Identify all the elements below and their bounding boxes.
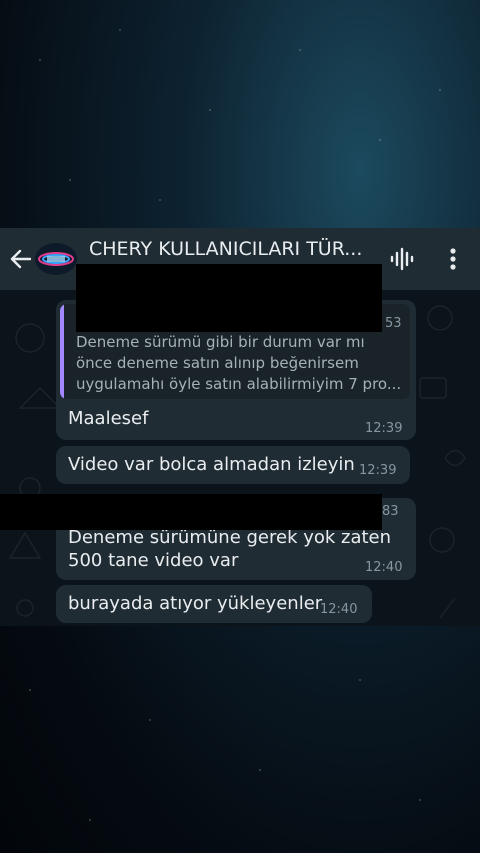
reply-count: 83 bbox=[382, 504, 399, 519]
group-avatar[interactable] bbox=[34, 241, 78, 277]
quote-accent-bar bbox=[60, 304, 64, 399]
message-bubble[interactable]: Video var bolca almadan izleyin 12:39 bbox=[56, 446, 410, 484]
redacted-sender bbox=[76, 264, 382, 332]
voice-chat-icon[interactable] bbox=[389, 247, 415, 271]
arrow-left-icon[interactable] bbox=[8, 246, 34, 272]
message-text: 500 tane video var bbox=[68, 550, 239, 571]
message-time: 12:40 bbox=[320, 602, 358, 617]
group-title[interactable]: CHERY KULLANICILARI TÜR... bbox=[89, 238, 374, 260]
message-time: 12:39 bbox=[365, 421, 403, 436]
more-vertical-icon[interactable] bbox=[444, 246, 462, 272]
message-time: 12:40 bbox=[365, 560, 403, 575]
reply-count: 53 bbox=[385, 316, 402, 331]
message-text: burayada atıyor yükleyenler bbox=[68, 593, 323, 614]
chat-screenshot: CHERY KULLANICILARI TÜR... Deneme sürümü… bbox=[0, 228, 480, 626]
redacted-sender bbox=[0, 494, 382, 530]
message-text: Maalesef bbox=[68, 408, 149, 429]
message-bubble[interactable]: burayada atıyor yükleyenler 12:40 bbox=[56, 585, 372, 623]
message-text: Video var bolca almadan izleyin bbox=[68, 454, 355, 475]
message-time: 12:39 bbox=[359, 463, 397, 478]
quote-text: Deneme sürümü gibi bir durum var mı önce… bbox=[76, 333, 402, 393]
